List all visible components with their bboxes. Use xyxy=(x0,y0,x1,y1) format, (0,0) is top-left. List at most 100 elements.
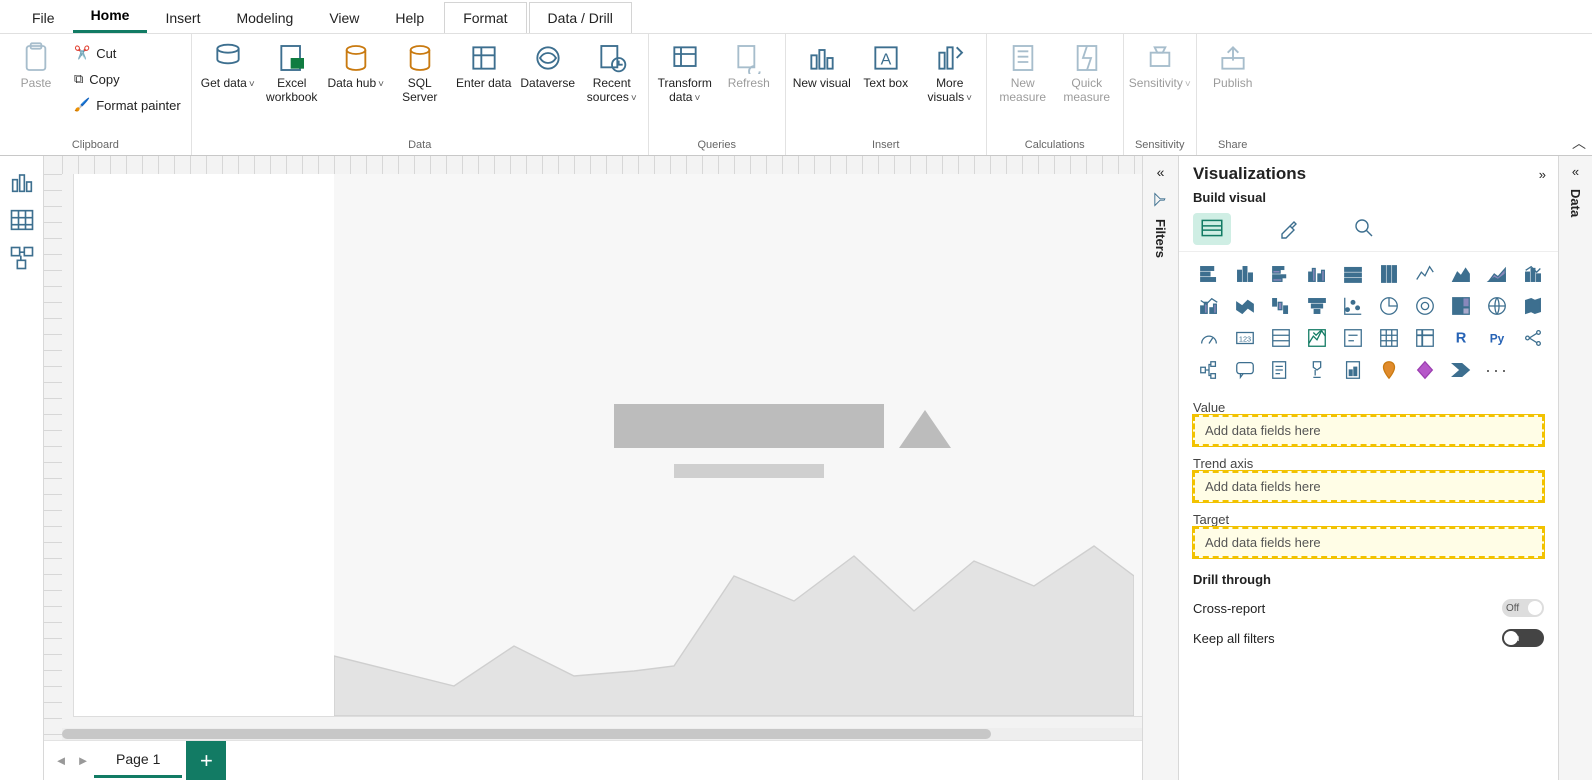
build-visual-tab[interactable] xyxy=(1193,213,1231,245)
tab-view[interactable]: View xyxy=(311,3,377,33)
group-share: Publish Share xyxy=(1197,34,1269,155)
hundred-stacked-column-icon[interactable] xyxy=(1373,260,1405,288)
tab-file[interactable]: File xyxy=(14,3,73,33)
line-stacked-column-icon[interactable] xyxy=(1517,260,1549,288)
line-chart-icon[interactable] xyxy=(1409,260,1441,288)
multi-row-card-icon[interactable] xyxy=(1265,324,1297,352)
map-icon[interactable] xyxy=(1481,292,1513,320)
gauge-icon[interactable] xyxy=(1193,324,1225,352)
report-view-button[interactable] xyxy=(8,170,36,194)
group-sensitivity-label: Sensitivity xyxy=(1130,139,1190,153)
pie-icon[interactable] xyxy=(1373,292,1405,320)
funnel-icon[interactable] xyxy=(1301,292,1333,320)
paste-icon xyxy=(20,42,52,74)
more-visuals-button[interactable]: More visuals xyxy=(920,38,980,105)
target-well[interactable]: Add data fields here xyxy=(1193,527,1544,558)
more-visuals-icon[interactable]: ··· xyxy=(1481,356,1513,384)
sql-icon xyxy=(404,42,436,74)
analytics-tab[interactable] xyxy=(1345,213,1383,245)
model-view-button[interactable] xyxy=(8,246,36,270)
tab-data-drill[interactable]: Data / Drill xyxy=(529,2,632,33)
filters-title: Filters xyxy=(1153,219,1168,258)
ribbon-collapse-button[interactable]: ︿ xyxy=(1572,133,1586,153)
page-tab-1[interactable]: Page 1 xyxy=(94,743,182,778)
stacked-bar-icon[interactable] xyxy=(1193,260,1225,288)
power-automate-icon[interactable] xyxy=(1445,356,1477,384)
cut-button[interactable]: ✂️Cut xyxy=(70,42,185,64)
tab-insert[interactable]: Insert xyxy=(147,3,218,33)
recent-icon xyxy=(596,42,628,74)
matrix-icon[interactable] xyxy=(1409,324,1441,352)
waterfall-icon[interactable] xyxy=(1265,292,1297,320)
stacked-column-icon[interactable] xyxy=(1229,260,1261,288)
trend-axis-well[interactable]: Add data fields here xyxy=(1193,471,1544,502)
tab-modeling[interactable]: Modeling xyxy=(218,3,311,33)
format-visual-tab[interactable] xyxy=(1269,213,1307,245)
dataverse-label: Dataverse xyxy=(520,77,575,91)
keep-all-filters-toggle[interactable]: On xyxy=(1502,629,1544,647)
visualizations-collapse-button[interactable]: » xyxy=(1539,167,1546,182)
cross-report-toggle[interactable]: Off xyxy=(1502,599,1544,617)
tab-format[interactable]: Format xyxy=(444,2,526,33)
paste-button: Paste xyxy=(6,38,66,91)
refresh-icon xyxy=(733,42,765,74)
qa-visual-icon[interactable] xyxy=(1229,356,1261,384)
format-painter-button[interactable]: 🖌️Format painter xyxy=(70,94,185,116)
line-clustered-column-icon[interactable] xyxy=(1193,292,1225,320)
filled-map-icon[interactable] xyxy=(1517,292,1549,320)
svg-text:A: A xyxy=(880,52,891,69)
data-expand-button[interactable]: « xyxy=(1572,164,1579,179)
report-page[interactable] xyxy=(74,174,1142,716)
excel-workbook-button[interactable]: Excel workbook xyxy=(262,38,322,105)
arcgis-map-icon[interactable] xyxy=(1373,356,1405,384)
add-page-button[interactable]: + xyxy=(186,741,226,780)
ribbon-chart-icon[interactable] xyxy=(1229,292,1261,320)
tab-home[interactable]: Home xyxy=(73,0,148,33)
page-prev-button[interactable]: ◄ xyxy=(50,753,72,768)
get-data-button[interactable]: Get data xyxy=(198,38,258,91)
measure-icon xyxy=(1007,42,1039,74)
filters-expand-button[interactable]: « xyxy=(1157,164,1165,180)
kpi-icon[interactable] xyxy=(1301,324,1333,352)
clustered-bar-icon[interactable] xyxy=(1265,260,1297,288)
text-box-button[interactable]: AText box xyxy=(856,38,916,91)
stacked-area-icon[interactable] xyxy=(1481,260,1513,288)
scroll-thumb[interactable] xyxy=(62,729,991,739)
recent-sources-button[interactable]: Recent sources xyxy=(582,38,642,105)
sql-server-button[interactable]: SQL Server xyxy=(390,38,450,105)
kpi-visual-placeholder[interactable] xyxy=(334,174,1142,716)
clustered-column-icon[interactable] xyxy=(1301,260,1333,288)
value-well[interactable]: Add data fields here xyxy=(1193,415,1544,446)
power-apps-icon[interactable] xyxy=(1409,356,1441,384)
hundred-stacked-bar-icon[interactable] xyxy=(1337,260,1369,288)
key-influencers-icon[interactable] xyxy=(1517,324,1549,352)
python-visual-icon[interactable]: Py xyxy=(1481,324,1513,352)
tab-help[interactable]: Help xyxy=(377,3,442,33)
donut-icon[interactable] xyxy=(1409,292,1441,320)
value-well-label: Value xyxy=(1193,400,1544,415)
table-icon[interactable] xyxy=(1373,324,1405,352)
card-icon[interactable]: 123 xyxy=(1229,324,1261,352)
slicer-icon[interactable] xyxy=(1337,324,1369,352)
page-next-button[interactable]: ► xyxy=(72,753,94,768)
new-visual-button[interactable]: New visual xyxy=(792,38,852,91)
dataverse-button[interactable]: Dataverse xyxy=(518,38,578,91)
horizontal-scrollbar[interactable] xyxy=(62,728,1142,740)
enter-data-button[interactable]: Enter data xyxy=(454,38,514,91)
r-visual-icon[interactable]: R xyxy=(1445,324,1477,352)
data-hub-label: Data hub xyxy=(327,77,384,91)
area-chart-icon[interactable] xyxy=(1445,260,1477,288)
cut-label: Cut xyxy=(96,46,116,61)
data-hub-button[interactable]: Data hub xyxy=(326,38,386,91)
data-view-button[interactable] xyxy=(8,208,36,232)
treemap-icon[interactable] xyxy=(1445,292,1477,320)
filters-funnel-icon xyxy=(1151,192,1170,208)
smart-narrative-icon[interactable] xyxy=(1265,356,1297,384)
paginated-report-icon[interactable] xyxy=(1337,356,1369,384)
scatter-icon[interactable] xyxy=(1337,292,1369,320)
decomposition-tree-icon[interactable] xyxy=(1193,356,1225,384)
copy-button[interactable]: ⧉Copy xyxy=(70,68,185,90)
goals-icon[interactable] xyxy=(1301,356,1333,384)
transform-data-button[interactable]: Transform data xyxy=(655,38,715,105)
svg-text:123: 123 xyxy=(1239,335,1251,344)
